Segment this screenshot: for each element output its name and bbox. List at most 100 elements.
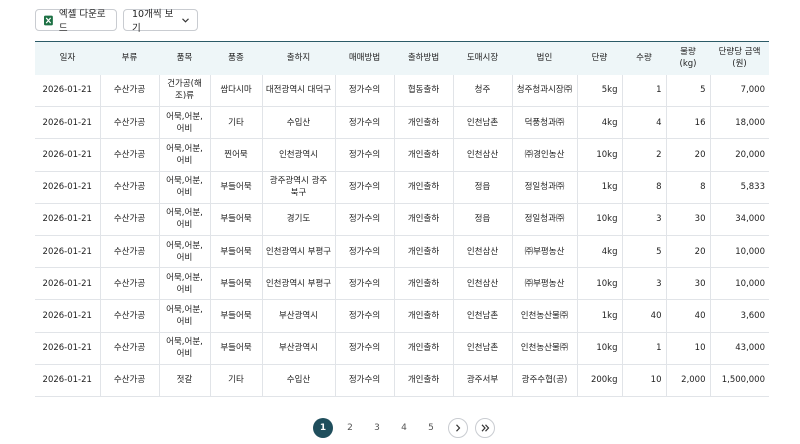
table-cell: 43,000	[710, 332, 769, 365]
pagination: 12345	[313, 418, 502, 438]
page-3-button[interactable]: 3	[367, 418, 387, 438]
table-cell: 인천농산물㈜	[512, 299, 578, 333]
table-cell: 인천삼산	[453, 138, 513, 172]
table-cell: 수입산	[262, 106, 336, 140]
table-cell: ㈜경인농산	[512, 138, 578, 172]
table-cell: 10kg	[577, 267, 623, 301]
page-5-button[interactable]: 5	[421, 418, 441, 438]
excel-icon	[44, 15, 53, 25]
table-cell: 정일청과㈜	[512, 171, 578, 204]
per-page-select[interactable]: 10개씩 보기	[123, 9, 198, 34]
next-page-button[interactable]	[448, 418, 468, 438]
table-cell: 개인출하	[394, 106, 454, 140]
table-cell: 5	[622, 235, 667, 269]
column-header: 수량	[636, 53, 652, 64]
table-cell: 수산가공	[100, 74, 160, 108]
table-cell: 부산광역시	[262, 332, 336, 365]
table-cell: 10	[622, 364, 667, 397]
last-page-button[interactable]	[475, 418, 495, 438]
column-header: 일자	[59, 53, 76, 64]
table-cell: 개인출하	[394, 267, 454, 301]
table-cell: 1kg	[577, 299, 623, 333]
table-cell: 수입산	[262, 364, 336, 397]
table-cell: 인천광역시 부평구	[262, 267, 336, 301]
table-cell: 기타	[210, 106, 263, 140]
table-cell: 34,000	[710, 203, 769, 236]
table-cell: 협동출하	[394, 74, 454, 108]
table-row: 2026-01-21 수산가공 어묵,어분,어비 부들어묵 인천광역시 부평구 정가수의 개…	[35, 267, 769, 301]
table-cell: 200kg	[577, 364, 623, 397]
table-cell: 2026-01-21	[35, 364, 101, 397]
table-cell: 인천남촌	[453, 299, 513, 333]
table-cell: 수산가공	[100, 138, 160, 172]
table-cell: 10,000	[710, 235, 769, 269]
table-cell: 30	[666, 267, 711, 301]
chevron-right-icon	[456, 424, 461, 432]
table-cell: 기타	[210, 364, 263, 397]
page-4-button[interactable]: 4	[394, 418, 414, 438]
table-cell: 어묵,어분,어비	[159, 235, 211, 269]
table-cell: 수산가공	[100, 364, 160, 397]
table-cell: 2026-01-21	[35, 332, 101, 365]
table-cell: 10	[666, 332, 711, 365]
table-cell: 인천농산물㈜	[512, 332, 578, 365]
table-row: 2026-01-21 수산가공 어묵,어분,어비 부들어묵 부산광역시 정가수의 개인출하 인…	[35, 299, 769, 333]
table-cell: 정가수의	[335, 74, 395, 108]
table-cell: 40	[666, 299, 711, 333]
column-header: 품종	[228, 53, 244, 64]
table-cell: 3	[622, 203, 667, 236]
table-cell: 청주	[453, 74, 513, 108]
table-header-row: 일자 부류 품목 품종 출하지 매매방법 출하방법 도매시장 법인 단량 수량 물량 (kg) 단량당 …	[35, 41, 769, 75]
column-header: 부류	[121, 53, 138, 64]
table-row: 2026-01-21 수산가공 젓갈 기타 수입산 정가수의 개인출하 광주서부 광주수협(공)…	[35, 364, 769, 397]
table-cell: 건가공(해조)류	[159, 74, 211, 108]
table-cell: 4kg	[577, 106, 623, 140]
table-cell: 7,000	[710, 74, 769, 108]
table-cell: 어묵,어분,어비	[159, 106, 211, 140]
table-row: 2026-01-21 수산가공 어묵,어분,어비 부들어묵 광주광역시 광주 북구 정가수…	[35, 171, 769, 204]
table-cell: 어묵,어분,어비	[159, 203, 211, 236]
column-header: 매매방법	[348, 53, 381, 64]
table-cell: 정읍	[453, 171, 513, 204]
table-cell: 수산가공	[100, 235, 160, 269]
table-cell: 경기도	[262, 203, 336, 236]
table-cell: 개인출하	[394, 364, 454, 397]
table-cell: 정읍	[453, 203, 513, 236]
table-cell: 정가수의	[335, 299, 395, 333]
table-cell: 2026-01-21	[35, 299, 101, 333]
table-cell: 부들어묵	[210, 235, 263, 269]
page-2-button[interactable]: 2	[340, 418, 360, 438]
table-cell: 정가수의	[335, 332, 395, 365]
table-cell: 광주서부	[453, 364, 513, 397]
table-cell: 2	[622, 138, 667, 172]
table-cell: 정가수의	[335, 138, 395, 172]
auction-results-table: 일자 부류 품목 품종 출하지 매매방법 출하방법 도매시장 법인 단량 수량 물량 (kg) 단량당 …	[35, 41, 769, 397]
table-cell: 1,500,000	[710, 364, 769, 397]
column-header: 물량 (kg)	[679, 47, 697, 70]
table-cell: 3,600	[710, 299, 769, 333]
table-cell: 20,000	[710, 138, 769, 172]
table-cell: 2026-01-21	[35, 235, 101, 269]
column-header: 단량당 금액 (원)	[718, 47, 761, 70]
table-cell: 부들어묵	[210, 171, 263, 204]
table-cell: 개인출하	[394, 203, 454, 236]
table-cell: 개인출하	[394, 235, 454, 269]
page-1-button[interactable]: 1	[313, 418, 333, 438]
table-cell: 수산가공	[100, 267, 160, 301]
toolbar: 엑셀 다운로드 10개씩 보기	[35, 9, 198, 34]
table-cell: 2,000	[666, 364, 711, 397]
table-cell: 2026-01-21	[35, 267, 101, 301]
table-cell: 정가수의	[335, 267, 395, 301]
table-cell: 8	[622, 171, 667, 204]
table-cell: 인천삼산	[453, 235, 513, 269]
table-cell: 부들어묵	[210, 203, 263, 236]
table-cell: 10,000	[710, 267, 769, 301]
table-cell: 부들어묵	[210, 299, 263, 333]
table-cell: 2026-01-21	[35, 106, 101, 140]
table-row: 2026-01-21 수산가공 어묵,어분,어비 부들어묵 인천광역시 부평구 정가수의 개…	[35, 235, 769, 269]
table-cell: 어묵,어분,어비	[159, 267, 211, 301]
table-cell: 어묵,어분,어비	[159, 171, 211, 204]
excel-download-button[interactable]: 엑셀 다운로드	[35, 9, 117, 34]
table-cell: 인천광역시 부평구	[262, 235, 336, 269]
table-cell: 30	[666, 203, 711, 236]
